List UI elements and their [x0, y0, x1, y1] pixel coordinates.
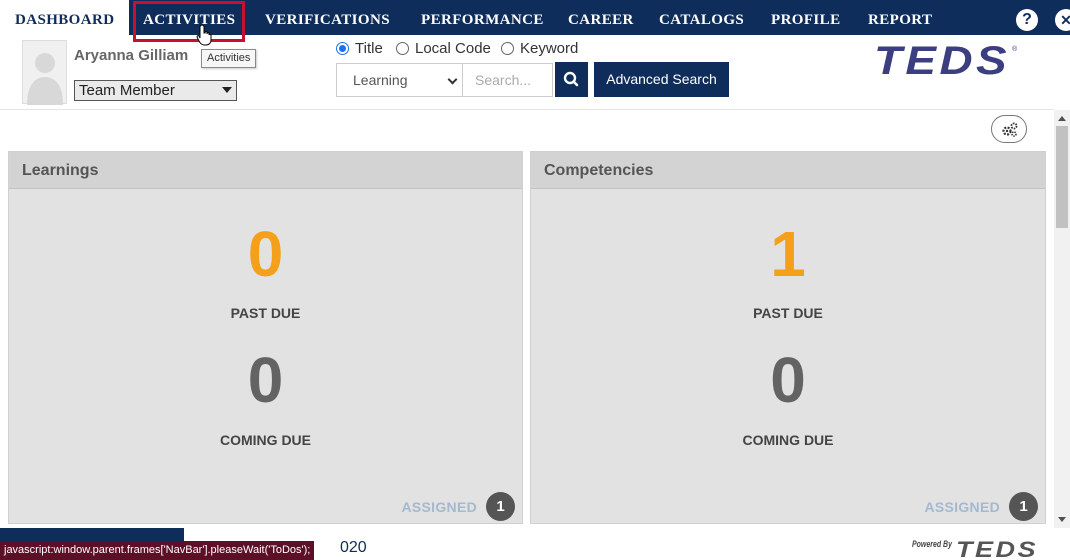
- learnings-card: Learnings 0 PAST DUE 0 COMING DUE ASSIGN…: [8, 151, 523, 524]
- nav-catalogs[interactable]: CATALOGS: [659, 0, 744, 35]
- assigned-count-badge[interactable]: 1: [1009, 492, 1038, 521]
- chevron-down-icon: [222, 87, 232, 93]
- assigned-link[interactable]: ASSIGNED: [401, 499, 477, 515]
- nav-career[interactable]: CAREER: [568, 0, 634, 35]
- radio-button[interactable]: [336, 41, 349, 55]
- coming-due-count[interactable]: 0: [9, 348, 522, 412]
- radio-title[interactable]: Title: [336, 39, 383, 57]
- competencies-card: Competencies 1 PAST DUE 0 COMING DUE ASS…: [530, 151, 1046, 524]
- teds-logo: TEDS ®: [874, 42, 1018, 78]
- card-title: Learnings: [9, 152, 522, 189]
- nav-activities[interactable]: ACTIVITIES: [143, 0, 235, 35]
- radio-label: Local Code: [415, 39, 491, 57]
- radio-keyword[interactable]: Keyword: [501, 39, 578, 57]
- nav-verifications[interactable]: VERIFICATIONS: [265, 0, 390, 35]
- radio-local-code[interactable]: Local Code: [396, 39, 491, 57]
- search-button[interactable]: [555, 62, 588, 97]
- scroll-down-arrow-icon[interactable]: [1058, 517, 1066, 522]
- header-divider: [0, 109, 1054, 110]
- past-due-count[interactable]: 0: [9, 222, 522, 286]
- past-due-count[interactable]: 1: [531, 222, 1045, 286]
- nav-dashboard[interactable]: DASHBOARD: [0, 0, 130, 35]
- advanced-search-button[interactable]: Advanced Search: [594, 62, 729, 97]
- radio-label: Keyword: [520, 39, 579, 57]
- nav-performance[interactable]: PERFORMANCE: [421, 0, 544, 35]
- search-category-select[interactable]: Learning: [336, 63, 463, 97]
- tooltip: Activities: [201, 49, 257, 68]
- card-title: Competencies: [531, 152, 1045, 189]
- past-due-label: PAST DUE: [753, 305, 823, 321]
- radio-button[interactable]: [396, 41, 409, 55]
- search-category-value: Learning: [353, 72, 408, 88]
- dashboard-settings-button[interactable]: [991, 115, 1027, 143]
- hand-cursor-icon: [196, 24, 212, 46]
- assigned-count-badge[interactable]: 1: [486, 492, 515, 521]
- coming-due-count[interactable]: 0: [531, 348, 1045, 412]
- powered-by-teds-logo: Powered By TEDS: [912, 537, 1038, 559]
- close-icon[interactable]: ✕: [1055, 9, 1070, 31]
- user-name: Aryanna Gilliam: [74, 47, 189, 64]
- svg-text:TEDS: TEDS: [956, 537, 1038, 559]
- help-icon[interactable]: ?: [1016, 9, 1038, 31]
- nav-profile[interactable]: PROFILE: [771, 0, 840, 35]
- browser-status-bar: javascript:window.parent.frames['NavBar'…: [0, 541, 315, 560]
- role-dropdown[interactable]: Team Member: [74, 80, 237, 101]
- radio-button[interactable]: [501, 41, 514, 55]
- coming-due-label: COMING DUE: [220, 432, 311, 448]
- chevron-down-icon: [447, 74, 458, 85]
- vertical-scrollbar[interactable]: [1054, 110, 1070, 528]
- avatar: [22, 40, 67, 105]
- role-value: Team Member: [79, 82, 175, 99]
- search-input[interactable]: Search...: [463, 63, 553, 97]
- search-icon: [563, 71, 579, 87]
- footer-copyright-year: 020: [340, 539, 367, 556]
- coming-due-label: COMING DUE: [742, 432, 834, 448]
- scroll-thumb[interactable]: [1056, 126, 1068, 228]
- assigned-link[interactable]: ASSIGNED: [924, 499, 1000, 515]
- gear-icon: [1002, 122, 1018, 137]
- past-due-label: PAST DUE: [230, 305, 301, 321]
- svg-text:®: ®: [1012, 45, 1018, 53]
- top-navigation-bar: DASHBOARD ACTIVITIES VERIFICATIONS PERFO…: [0, 0, 1070, 35]
- scroll-up-arrow-icon[interactable]: [1058, 116, 1066, 121]
- nav-report[interactable]: REPORT: [868, 0, 932, 35]
- radio-label: Title: [355, 39, 383, 57]
- svg-text:Powered By: Powered By: [912, 539, 953, 549]
- svg-text:TEDS: TEDS: [874, 42, 1010, 78]
